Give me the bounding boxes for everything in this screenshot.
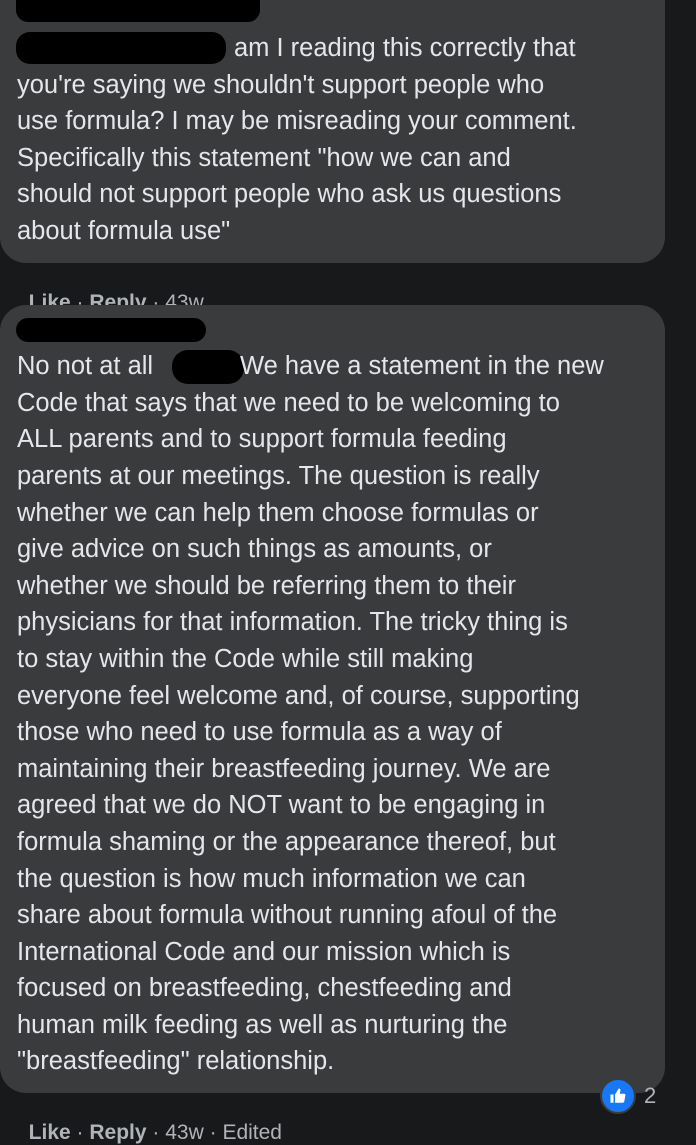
comment-2-line: International Code and our mission which… [17,938,511,966]
comment-1-line: use formula? I may be misreading your co… [17,107,577,135]
comment-1-line: should not support people who ask us que… [17,180,562,208]
comment-2-line: physicians for that information. The tri… [17,608,568,636]
comment-2-line: "breastfeeding" relationship. [17,1047,335,1075]
comment-1-line: Specifically this statement "how we can … [17,144,511,172]
separator: · [146,1121,166,1144]
redacted-mention-2 [172,350,244,384]
comment-2-line: parents at our meetings. The question is… [17,462,540,490]
separator: · [203,1121,223,1144]
reaction-count: 2 [644,1083,657,1108]
comment-2-line: those who need to use formula as a way o… [17,718,502,746]
comment-2-line: Code that says that we need to be welcom… [17,389,560,417]
comment-2-line: human milk feeding as well as nurturing … [17,1011,508,1039]
comment-2-line: give advice on such things as amounts, o… [17,535,492,563]
thumbs-up-glyph [610,1088,626,1103]
comment-2-actions: Like · Reply · 43w · Edited [17,1097,282,1145]
comment-2-line: whether we should be referring them to t… [17,572,516,600]
like-link[interactable]: Like [29,1121,71,1144]
comment-2-line: agreed that we do NOT want to be engagin… [17,791,546,819]
comment-2-line: share about formula without running afou… [17,901,558,929]
comment-2-line: focused on breastfeeding, chestfeeding a… [17,974,512,1002]
redacted-mention-1 [16,32,226,64]
comment-2-line: whether we can help them choose formulas… [17,499,539,527]
comment-1-line: am I reading this correctly that [234,34,576,62]
comment-2-line: to stay within the Code while still maki… [17,645,474,673]
comment-2-line: We have a statement in the new [240,352,604,380]
separator: · [70,1121,90,1144]
comment-2-line: No not at all [17,352,154,380]
reaction-summary[interactable]: 2 [600,1078,656,1114]
comment-2-line: everyone feel welcome and, of course, su… [17,682,580,710]
comment-1-line: you're saying we shouldn't support peopl… [17,71,545,99]
comment-2-line: the question is how much information we … [17,865,526,893]
comment-2-line: maintaining their breastfeeding journey.… [17,755,551,783]
comment-2-line: formula shaming or the appearance thereo… [17,828,556,856]
redacted-author-name-2 [16,318,206,342]
comment-1-line: about formula use" [17,217,231,245]
reply-link[interactable]: Reply [89,1121,146,1144]
redacted-author-name-1 [16,0,260,22]
timestamp[interactable]: 43w [165,1121,204,1144]
thumbs-up-icon [600,1078,636,1114]
edited-label[interactable]: Edited [222,1121,282,1144]
comment-2-line: ALL parents and to support formula feedi… [17,425,507,453]
